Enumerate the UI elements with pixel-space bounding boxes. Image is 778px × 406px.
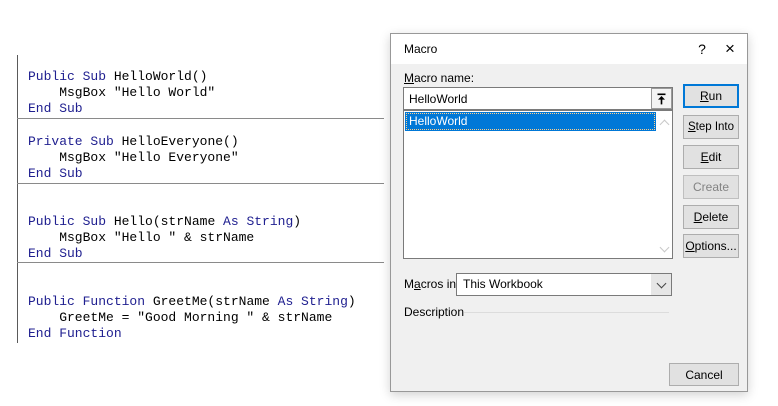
procedure-separator [17,183,384,184]
scroll-down-icon[interactable] [661,240,668,254]
macro-name-input[interactable] [403,87,673,110]
dialog-title: Macro [404,34,437,64]
procedure-separator [17,118,384,119]
collapse-arrow-button[interactable] [651,88,672,109]
code-block-helloworld[interactable]: Public Sub HelloWorld() MsgBox "Hello Wo… [28,69,215,117]
macros-in-dropdown[interactable]: This Workbook [456,273,672,296]
screen: Public Sub HelloWorld() MsgBox "Hello Wo… [0,0,778,406]
macro-name-field-wrap [403,87,673,110]
help-icon[interactable]: ? [689,34,715,64]
list-item[interactable]: HelloWorld [405,112,656,131]
code-block-hello[interactable]: Public Sub Hello(strName As String) MsgB… [28,214,301,262]
options-button[interactable]: Options... [683,234,739,258]
macro-list[interactable]: HelloWorld [403,110,673,259]
create-button: Create [683,175,739,199]
procedure-separator [17,262,384,263]
scroll-up-icon[interactable] [661,117,668,131]
description-label: Description [404,305,464,319]
step-into-button[interactable]: Step Into [683,115,739,139]
description-divider [464,312,669,313]
vba-code-pane: Public Sub HelloWorld() MsgBox "Hello Wo… [0,0,390,406]
up-arrow-bar-icon [656,93,667,105]
chevron-down-icon[interactable] [651,274,671,295]
cancel-button[interactable]: Cancel [669,363,739,386]
macros-in-label: Macros in: [404,277,459,291]
code-block-helloeveryone[interactable]: Private Sub HelloEveryone() MsgBox "Hell… [28,134,239,182]
macro-dialog: Macro ? × Macro name: HelloWorld Run Ste… [390,33,748,392]
delete-button[interactable]: Delete [683,205,739,229]
macro-name-label: Macro name: [404,71,474,85]
dialog-titlebar[interactable]: Macro ? × [391,34,747,64]
macros-in-value: This Workbook [463,274,543,295]
margin-indicator-bar [17,55,18,343]
code-block-greetme[interactable]: Public Function GreetMe(strName As Strin… [28,294,356,342]
run-button[interactable]: Run [683,84,739,108]
edit-button[interactable]: Edit [683,145,739,169]
close-icon[interactable]: × [717,34,743,64]
